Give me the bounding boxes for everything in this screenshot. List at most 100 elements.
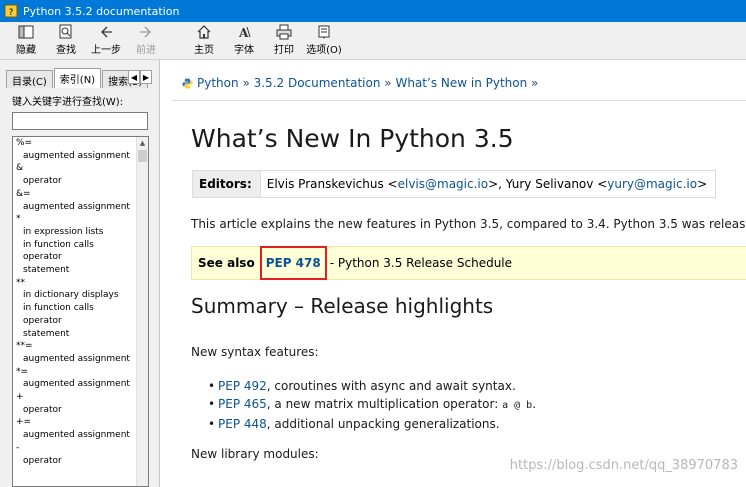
page-title: What’s New In Python 3.5 bbox=[191, 124, 514, 153]
find-icon bbox=[59, 24, 72, 39]
matmul-code: a @ b bbox=[502, 400, 533, 411]
index-entry[interactable]: in function calls bbox=[13, 239, 148, 252]
breadcrumb-separator: » bbox=[242, 76, 250, 90]
index-entry[interactable]: statement bbox=[13, 328, 148, 341]
editors-value: Elvis Pranskevichus <elvis@magic.io>, Yu… bbox=[261, 177, 715, 191]
editors-field: Editors: Elvis Pranskevichus <elvis@magi… bbox=[192, 170, 717, 198]
tab-scroll-left-icon[interactable]: ◀ bbox=[128, 70, 140, 84]
content-pane: Python » 3.5.2 Documentation » What’s Ne… bbox=[172, 60, 746, 487]
breadcrumb-divider bbox=[172, 100, 746, 101]
index-entry[interactable]: & bbox=[13, 162, 148, 175]
index-entry[interactable]: in expression lists bbox=[13, 226, 148, 239]
hide-label: 隐藏 bbox=[16, 45, 36, 56]
options-label: 选项(O) bbox=[306, 45, 342, 56]
breadcrumb-separator: » bbox=[384, 76, 392, 90]
index-entry[interactable]: **= bbox=[13, 340, 148, 353]
index-entry[interactable]: operator bbox=[13, 315, 148, 328]
breadcrumb-python[interactable]: Python bbox=[197, 76, 239, 90]
tab-index[interactable]: 索引(N) bbox=[53, 68, 102, 88]
index-entry[interactable]: augmented assignment bbox=[13, 378, 148, 391]
index-entry[interactable]: - bbox=[13, 442, 148, 455]
tab-scroll-arrows: ◀ ▶ bbox=[128, 70, 152, 84]
python-logo-icon bbox=[182, 77, 193, 89]
home-icon bbox=[197, 25, 211, 39]
see-also-box: See also PEP 478 - Python 3.5 Release Sc… bbox=[191, 246, 746, 280]
window-title-bar: ? Python 3.5.2 documentation bbox=[0, 0, 746, 22]
print-button[interactable]: 打印 bbox=[264, 22, 304, 58]
font-label: 字体 bbox=[234, 45, 254, 56]
tab-contents[interactable]: 目录(C) bbox=[6, 70, 53, 88]
index-list[interactable]: %= augmented assignment & operator &= augment… bbox=[12, 136, 149, 487]
arrow-left-icon bbox=[101, 26, 112, 38]
navigation-pane: 目录(C) 索引(N) 搜索(S) ◀ ▶ 键入关键字进行查找(W): %= au… bbox=[0, 60, 160, 487]
index-entry[interactable]: operator bbox=[13, 175, 148, 188]
font-icon: A bbox=[238, 26, 251, 40]
bullet-text: , coroutines with async and await syntax… bbox=[266, 379, 516, 393]
index-entry[interactable]: statement bbox=[13, 264, 148, 277]
forward-button[interactable]: 前进 bbox=[126, 22, 166, 58]
breadcrumb-whats-new[interactable]: What’s New in Python bbox=[395, 76, 527, 90]
index-entry[interactable]: * bbox=[13, 213, 148, 226]
see-also-label: See also bbox=[198, 256, 255, 270]
index-entry[interactable]: in function calls bbox=[13, 302, 148, 315]
index-entry[interactable]: augmented assignment bbox=[13, 429, 148, 442]
index-entry[interactable]: += bbox=[13, 416, 148, 429]
home-button[interactable]: 主页 bbox=[184, 22, 224, 58]
pep-492-link[interactable]: PEP 492 bbox=[218, 379, 267, 393]
find-label: 查找 bbox=[56, 45, 76, 56]
index-entry[interactable]: &= bbox=[13, 188, 148, 201]
font-button[interactable]: A 字体 bbox=[224, 22, 264, 58]
list-item: PEP 448, additional unpacking generaliza… bbox=[208, 415, 536, 433]
forward-label: 前进 bbox=[136, 45, 156, 56]
intro-paragraph: This article explains the new features i… bbox=[191, 217, 746, 231]
find-button[interactable]: 查找 bbox=[46, 22, 86, 58]
index-entry[interactable]: augmented assignment bbox=[13, 150, 148, 163]
breadcrumb-documentation[interactable]: 3.5.2 Documentation bbox=[254, 76, 381, 90]
options-icon bbox=[318, 25, 330, 39]
tab-scroll-right-icon[interactable]: ▶ bbox=[140, 70, 152, 84]
breadcrumb: Python » 3.5.2 Documentation » What’s Ne… bbox=[182, 76, 538, 90]
hide-button[interactable]: 隐藏 bbox=[6, 22, 46, 58]
index-entry[interactable]: operator bbox=[13, 404, 148, 417]
hide-pane-icon bbox=[18, 25, 34, 39]
help-app-icon: ? bbox=[4, 4, 18, 18]
index-entry[interactable]: augmented assignment bbox=[13, 201, 148, 214]
index-entry[interactable]: operator bbox=[13, 251, 148, 264]
window-title: Python 3.5.2 documentation bbox=[23, 4, 180, 18]
new-library-label: New library modules: bbox=[191, 447, 319, 461]
back-label: 上一步 bbox=[91, 45, 121, 56]
list-item: PEP 492, coroutines with async and await… bbox=[208, 377, 536, 395]
list-item: PEP 465, a new matrix multiplication ope… bbox=[208, 395, 536, 415]
editor1-email-link[interactable]: elvis@magic.io bbox=[398, 177, 489, 191]
editor2-email-link[interactable]: yury@magic.io bbox=[607, 177, 697, 191]
bullet-text: , additional unpacking generalizations. bbox=[266, 417, 500, 431]
index-entry[interactable]: ** bbox=[13, 277, 148, 290]
pep-465-link[interactable]: PEP 465 bbox=[218, 397, 267, 411]
index-scrollbar[interactable]: ▲ bbox=[136, 137, 148, 486]
keyword-input[interactable] bbox=[12, 112, 148, 130]
options-button[interactable]: 选项(O) bbox=[304, 22, 344, 58]
index-entry[interactable]: in dictionary displays bbox=[13, 289, 148, 302]
svg-text:?: ? bbox=[9, 8, 14, 18]
scroll-up-icon[interactable]: ▲ bbox=[137, 137, 148, 149]
bullet-tail: . bbox=[532, 397, 537, 411]
watermark: https://blog.csdn.net/qq_38970783 bbox=[509, 458, 738, 473]
bullet-text: , a new matrix multiplication operator: bbox=[266, 397, 503, 411]
index-entry[interactable]: %= bbox=[13, 137, 148, 150]
index-entry[interactable]: + bbox=[13, 391, 148, 404]
back-button[interactable]: 上一步 bbox=[86, 22, 126, 58]
pep-448-link[interactable]: PEP 448 bbox=[218, 417, 267, 431]
index-entry[interactable]: operator bbox=[13, 455, 148, 468]
arrow-right-icon bbox=[140, 26, 151, 38]
toolbar: 隐藏 查找 上一步 前进 主页 A 字体 打印 选项(O) bbox=[0, 22, 746, 60]
new-syntax-label: New syntax features: bbox=[191, 345, 319, 359]
breadcrumb-separator: » bbox=[531, 76, 539, 90]
index-entry[interactable]: *= bbox=[13, 366, 148, 379]
syntax-features-list: PEP 492, coroutines with async and await… bbox=[208, 377, 536, 433]
scroll-thumb[interactable] bbox=[138, 150, 147, 162]
summary-heading: Summary – Release highlights bbox=[191, 294, 494, 318]
pep-478-link[interactable]: PEP 478 bbox=[259, 246, 327, 280]
keyword-label: 键入关键字进行查找(W): bbox=[12, 97, 124, 108]
index-entry[interactable]: augmented assignment bbox=[13, 353, 148, 366]
printer-icon bbox=[276, 24, 292, 40]
